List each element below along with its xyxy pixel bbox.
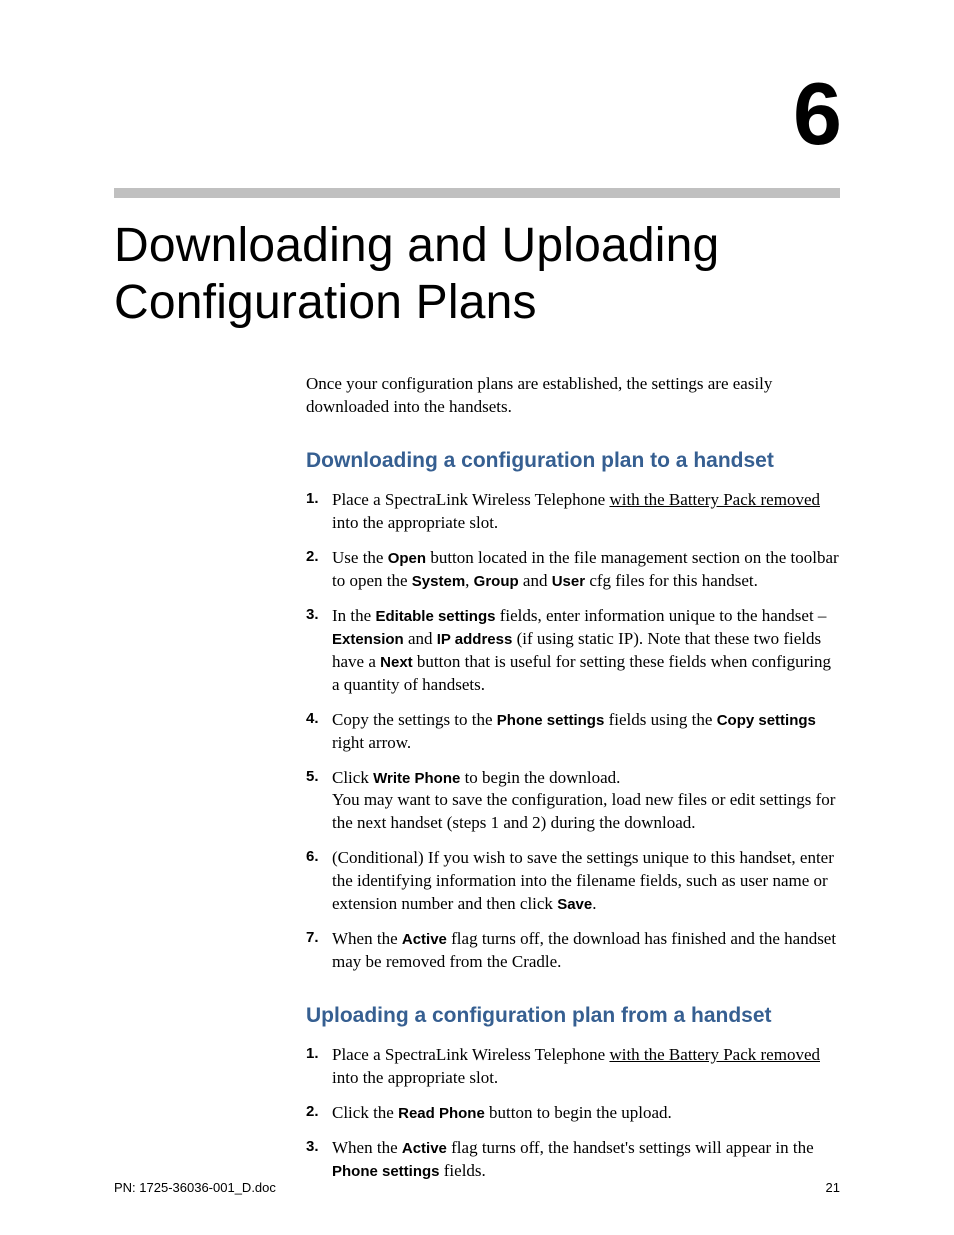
text: fields using the <box>604 710 716 729</box>
upload-steps: Place a SpectraLink Wireless Telephone w… <box>306 1044 840 1183</box>
bold-text: Write Phone <box>373 770 460 787</box>
text: button to begin the upload. <box>485 1103 672 1122</box>
page-footer: PN: 1725-36036-001_D.doc 21 <box>114 1180 840 1195</box>
bold-text: User <box>552 573 585 590</box>
list-item: Click Write Phone to begin the download.… <box>306 767 840 836</box>
text: Place a SpectraLink Wireless Telephone <box>332 1045 609 1064</box>
list-item: When the Active flag turns off, the down… <box>306 928 840 974</box>
text: When the <box>332 1138 402 1157</box>
bold-text: Active <box>402 931 447 948</box>
list-item: Place a SpectraLink Wireless Telephone w… <box>306 1044 840 1090</box>
chapter-number: 6 <box>114 70 840 158</box>
body-column: Once your configuration plans are establ… <box>306 373 840 1182</box>
text: You may want to save the configuration, … <box>332 790 835 832</box>
text: cfg files for this handset. <box>585 571 758 590</box>
page: 6 Downloading and Uploading Configuratio… <box>0 0 954 1235</box>
chapter-title: Downloading and Uploading Configuration … <box>114 218 840 331</box>
text: and <box>404 629 437 648</box>
text: right arrow. <box>332 733 411 752</box>
list-item: Place a SpectraLink Wireless Telephone w… <box>306 489 840 535</box>
text: . <box>592 894 596 913</box>
intro-paragraph: Once your configuration plans are establ… <box>306 373 840 419</box>
text: into the appropriate slot. <box>332 1068 498 1087</box>
bold-text: System <box>412 573 465 590</box>
bold-text: Active <box>402 1140 447 1157</box>
bold-text: Extension <box>332 631 404 648</box>
text: into the appropriate slot. <box>332 513 498 532</box>
footer-page-number: 21 <box>826 1180 840 1195</box>
text: to begin the download. <box>460 768 620 787</box>
section-heading-upload: Uploading a configuration plan from a ha… <box>306 1004 840 1028</box>
underline-text: with the Battery Pack removed <box>609 1045 820 1064</box>
section-heading-download: Downloading a configuration plan to a ha… <box>306 449 840 473</box>
text: In the <box>332 606 375 625</box>
list-item: In the Editable settings fields, enter i… <box>306 605 840 697</box>
bold-text: Editable settings <box>375 608 495 625</box>
list-item: When the Active flag turns off, the hand… <box>306 1137 840 1183</box>
underline-text: with the Battery Pack removed <box>609 490 820 509</box>
text: Click the <box>332 1103 398 1122</box>
text: flag turns off, the handset's settings w… <box>447 1138 814 1157</box>
bold-text: Group <box>474 573 519 590</box>
bold-text: Phone settings <box>497 712 605 729</box>
bold-text: IP address <box>437 631 513 648</box>
text: Place a SpectraLink Wireless Telephone <box>332 490 609 509</box>
list-item: Copy the settings to the Phone settings … <box>306 709 840 755</box>
bold-text: Copy settings <box>717 712 816 729</box>
text: When the <box>332 929 402 948</box>
text: and <box>519 571 552 590</box>
horizontal-rule <box>114 188 840 198</box>
text: fields, enter information unique to the … <box>495 606 826 625</box>
bold-text: Read Phone <box>398 1105 485 1122</box>
download-steps: Place a SpectraLink Wireless Telephone w… <box>306 489 840 974</box>
text: fields. <box>440 1161 486 1180</box>
bold-text: Phone settings <box>332 1163 440 1180</box>
text: Click <box>332 768 373 787</box>
list-item: Use the Open button located in the file … <box>306 547 840 593</box>
bold-text: Next <box>380 654 413 671</box>
footer-docid: PN: 1725-36036-001_D.doc <box>114 1180 276 1195</box>
list-item: Click the Read Phone button to begin the… <box>306 1102 840 1125</box>
bold-text: Open <box>388 550 426 567</box>
bold-text: Save <box>557 896 592 913</box>
list-item: (Conditional) If you wish to save the se… <box>306 847 840 916</box>
text: , <box>465 571 474 590</box>
text: Use the <box>332 548 388 567</box>
text: Copy the settings to the <box>332 710 497 729</box>
